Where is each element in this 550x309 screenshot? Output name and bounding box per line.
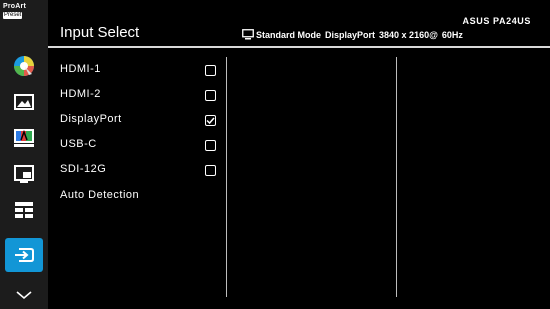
rail-item-splendid[interactable] xyxy=(5,49,43,83)
usb-c-checkbox[interactable] xyxy=(205,140,216,151)
input-label: HDMI-1 xyxy=(60,63,101,75)
input-item-usb-c[interactable]: USB-C xyxy=(60,138,97,154)
hdmi-1-checkbox[interactable] xyxy=(205,65,216,76)
input-select-icon xyxy=(15,248,34,262)
pip-icon xyxy=(14,165,34,183)
status-mode: Standard Mode xyxy=(256,29,322,40)
rail-item-color[interactable] xyxy=(5,121,43,155)
color-test-icon xyxy=(14,129,34,147)
rail-item-input-select[interactable] xyxy=(5,238,43,272)
monitor-icon xyxy=(242,29,254,40)
rail-item-quickfit[interactable] xyxy=(5,193,43,227)
proart-preset-logo[interactable]: ProArt Preset xyxy=(3,3,45,19)
input-label: Auto Detection xyxy=(60,189,140,201)
input-item-hdmi-1[interactable]: HDMI-1 xyxy=(60,63,101,79)
sdi-12g-checkbox[interactable] xyxy=(205,165,216,176)
preset-logo-text: Preset xyxy=(3,12,23,19)
model-name: ASUS PA24US xyxy=(462,16,531,26)
menu-rail: ProArt Preset xyxy=(0,0,48,309)
page-title: Input Select xyxy=(60,24,140,41)
status-refresh: 60Hz xyxy=(441,29,463,40)
color-palette-icon xyxy=(14,56,34,76)
hdmi-2-checkbox[interactable] xyxy=(205,90,216,101)
column-divider-2 xyxy=(396,57,397,297)
check-icon xyxy=(206,117,215,125)
input-item-hdmi-2[interactable]: HDMI-2 xyxy=(60,88,101,104)
header-divider xyxy=(48,46,550,48)
status-input: DisplayPort xyxy=(325,29,376,40)
status-bar: Standard Mode DisplayPort 3840 x 2160@ 6… xyxy=(242,29,467,40)
chevron-down-icon xyxy=(16,291,32,300)
input-item-sdi-12g[interactable]: SDI-12G xyxy=(60,163,106,179)
proart-logo-text: ProArt xyxy=(3,3,26,10)
input-label: SDI-12G xyxy=(60,163,107,175)
input-label: USB-C xyxy=(60,138,97,150)
rail-item-image[interactable] xyxy=(5,85,43,119)
layout-grid-icon xyxy=(15,202,33,218)
rail-scroll-down[interactable] xyxy=(5,278,43,309)
status-resolution: 3840 x 2160@ xyxy=(379,29,438,40)
input-label: DisplayPort xyxy=(60,113,122,125)
input-label: HDMI-2 xyxy=(60,88,101,100)
input-item-auto-detection[interactable]: Auto Detection xyxy=(60,189,139,205)
input-item-displayport[interactable]: DisplayPort xyxy=(60,113,122,129)
image-icon xyxy=(14,94,34,110)
osd-panel: ProArt Preset Input Select ASUS PA24US S… xyxy=(0,0,550,309)
rail-item-pip[interactable] xyxy=(5,157,43,191)
displayport-checkbox[interactable] xyxy=(205,115,216,126)
column-divider-1 xyxy=(226,57,227,297)
